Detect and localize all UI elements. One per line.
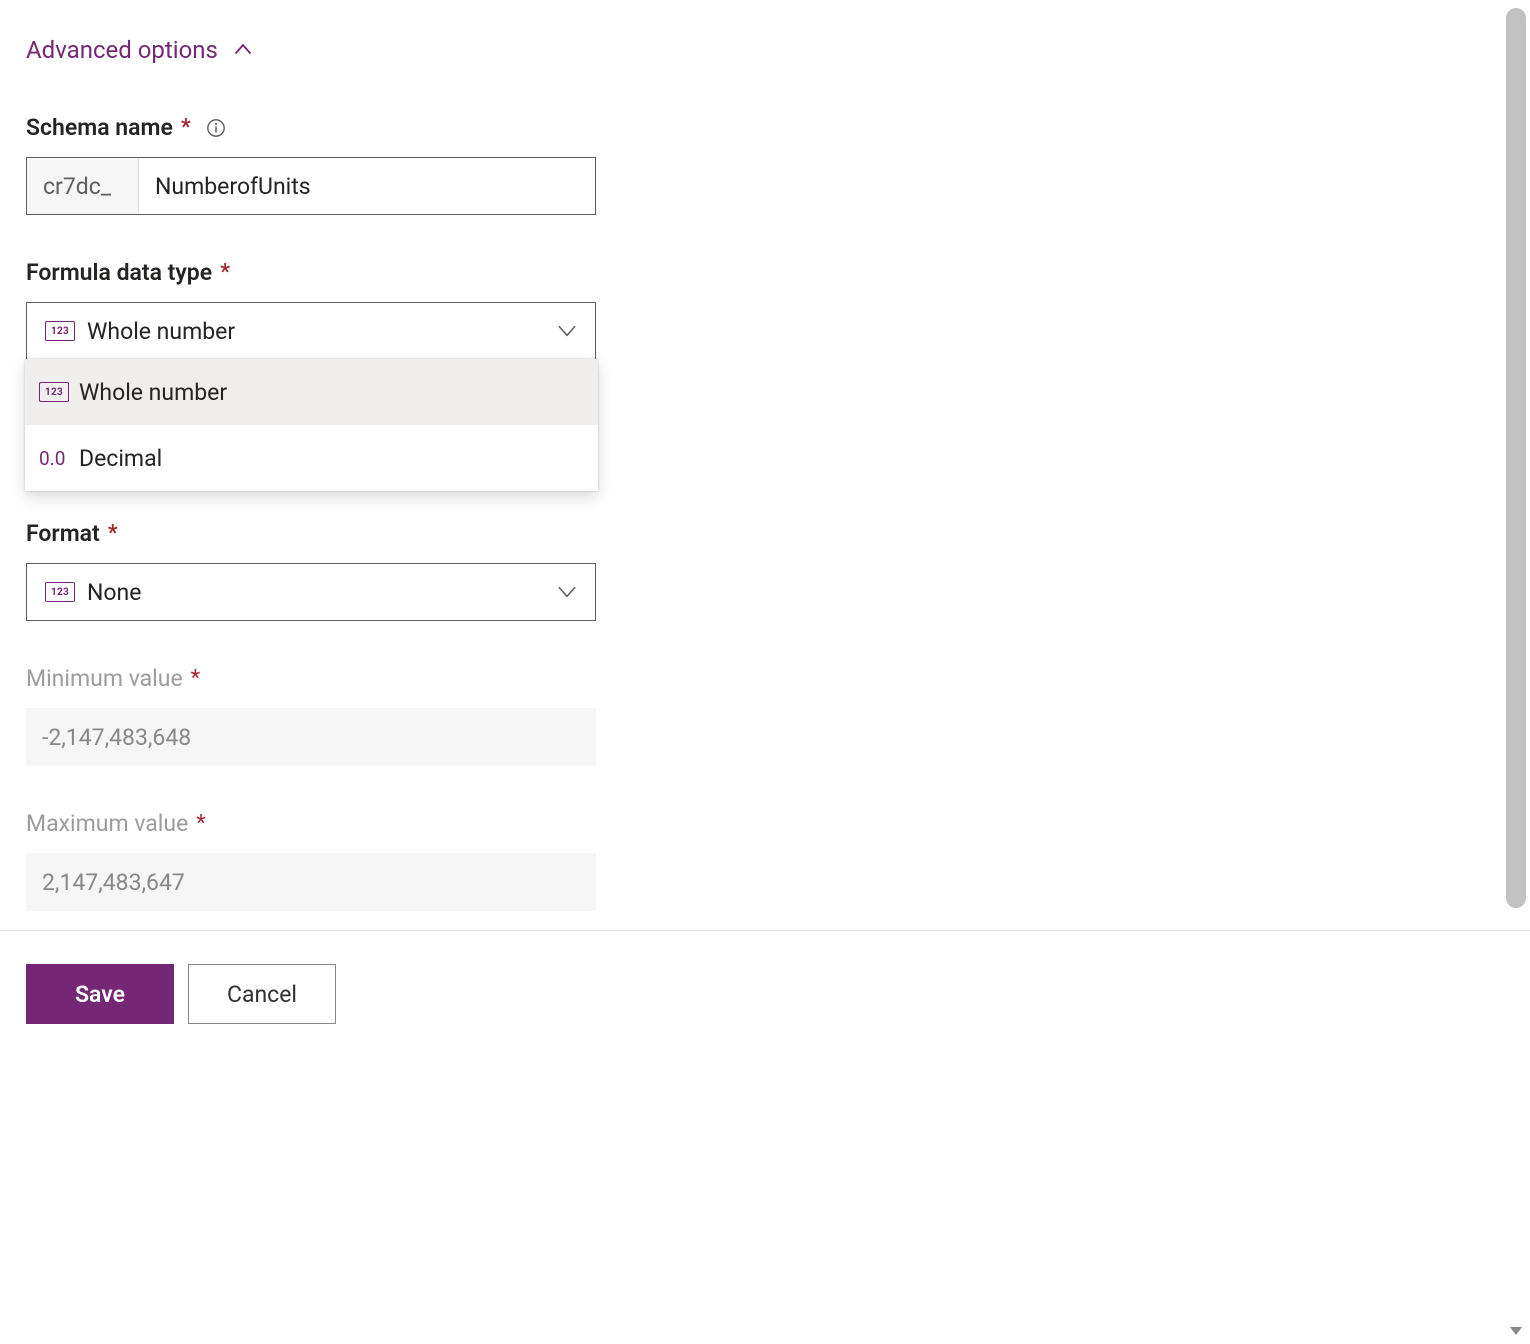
scrollbar-down-arrow[interactable] bbox=[1506, 1321, 1526, 1337]
scrollbar[interactable] bbox=[1506, 0, 1526, 1343]
option-whole-number[interactable]: 123 Whole number bbox=[25, 359, 598, 425]
required-asterisk: * bbox=[218, 260, 230, 285]
whole-number-icon: 123 bbox=[45, 321, 81, 341]
chevron-up-icon bbox=[232, 39, 254, 61]
advanced-options-toggle[interactable]: Advanced options bbox=[26, 28, 1504, 64]
schema-name-label: Schema name * bbox=[26, 114, 1504, 141]
schema-name-input[interactable] bbox=[139, 158, 595, 214]
option-decimal-label: Decimal bbox=[79, 445, 162, 472]
info-icon[interactable] bbox=[205, 117, 227, 139]
format-label: Format * bbox=[26, 520, 1504, 547]
maximum-value-label-text: Maximum value bbox=[26, 810, 188, 837]
minimum-value-label: Minimum value * bbox=[26, 665, 1504, 692]
decimal-icon: 0.0 bbox=[39, 447, 79, 470]
required-asterisk: * bbox=[179, 115, 191, 140]
minimum-value-input: -2,147,483,648 bbox=[26, 708, 596, 766]
scrollbar-thumb[interactable] bbox=[1506, 8, 1526, 908]
format-selected: None bbox=[87, 579, 553, 606]
save-button[interactable]: Save bbox=[26, 964, 174, 1024]
formula-data-type-selected: Whole number bbox=[87, 318, 553, 345]
required-asterisk: * bbox=[189, 666, 200, 691]
formula-data-type-select[interactable]: 123 Whole number 123 Whole number 0.0 bbox=[26, 302, 596, 360]
schema-name-label-text: Schema name bbox=[26, 114, 173, 141]
chevron-down-icon bbox=[553, 317, 581, 345]
maximum-value-input: 2,147,483,647 bbox=[26, 853, 596, 911]
option-whole-number-label: Whole number bbox=[79, 379, 227, 406]
formula-data-type-label: Formula data type * bbox=[26, 259, 1504, 286]
required-asterisk: * bbox=[106, 521, 118, 546]
whole-number-icon: 123 bbox=[39, 382, 79, 402]
maximum-value-label: Maximum value * bbox=[26, 810, 1504, 837]
schema-name-input-wrap: cr7dc_ bbox=[26, 157, 596, 215]
format-field: Format * 123 None bbox=[26, 520, 1504, 621]
formula-data-type-label-text: Formula data type bbox=[26, 259, 212, 286]
advanced-options-label: Advanced options bbox=[26, 36, 218, 64]
required-asterisk: * bbox=[194, 811, 205, 836]
schema-prefix: cr7dc_ bbox=[27, 158, 139, 214]
footer-actions: Save Cancel bbox=[26, 964, 336, 1024]
minimum-value-text: -2,147,483,648 bbox=[42, 724, 191, 751]
option-decimal[interactable]: 0.0 Decimal bbox=[25, 425, 598, 491]
footer-divider bbox=[0, 930, 1530, 931]
maximum-value-text: 2,147,483,647 bbox=[42, 869, 185, 896]
minimum-value-label-text: Minimum value bbox=[26, 665, 183, 692]
formula-data-type-field: Formula data type * 123 Whole number 123… bbox=[26, 259, 1504, 360]
cancel-button[interactable]: Cancel bbox=[188, 964, 336, 1024]
formula-data-type-dropdown: 123 Whole number 0.0 Decimal bbox=[25, 359, 598, 491]
format-label-text: Format bbox=[26, 520, 100, 547]
chevron-down-icon bbox=[553, 578, 581, 606]
maximum-value-field: Maximum value * 2,147,483,647 bbox=[26, 810, 1504, 911]
schema-name-field: Schema name * cr7dc_ bbox=[26, 114, 1504, 215]
format-select[interactable]: 123 None bbox=[26, 563, 596, 621]
minimum-value-field: Minimum value * -2,147,483,648 bbox=[26, 665, 1504, 766]
whole-number-icon: 123 bbox=[45, 582, 81, 602]
